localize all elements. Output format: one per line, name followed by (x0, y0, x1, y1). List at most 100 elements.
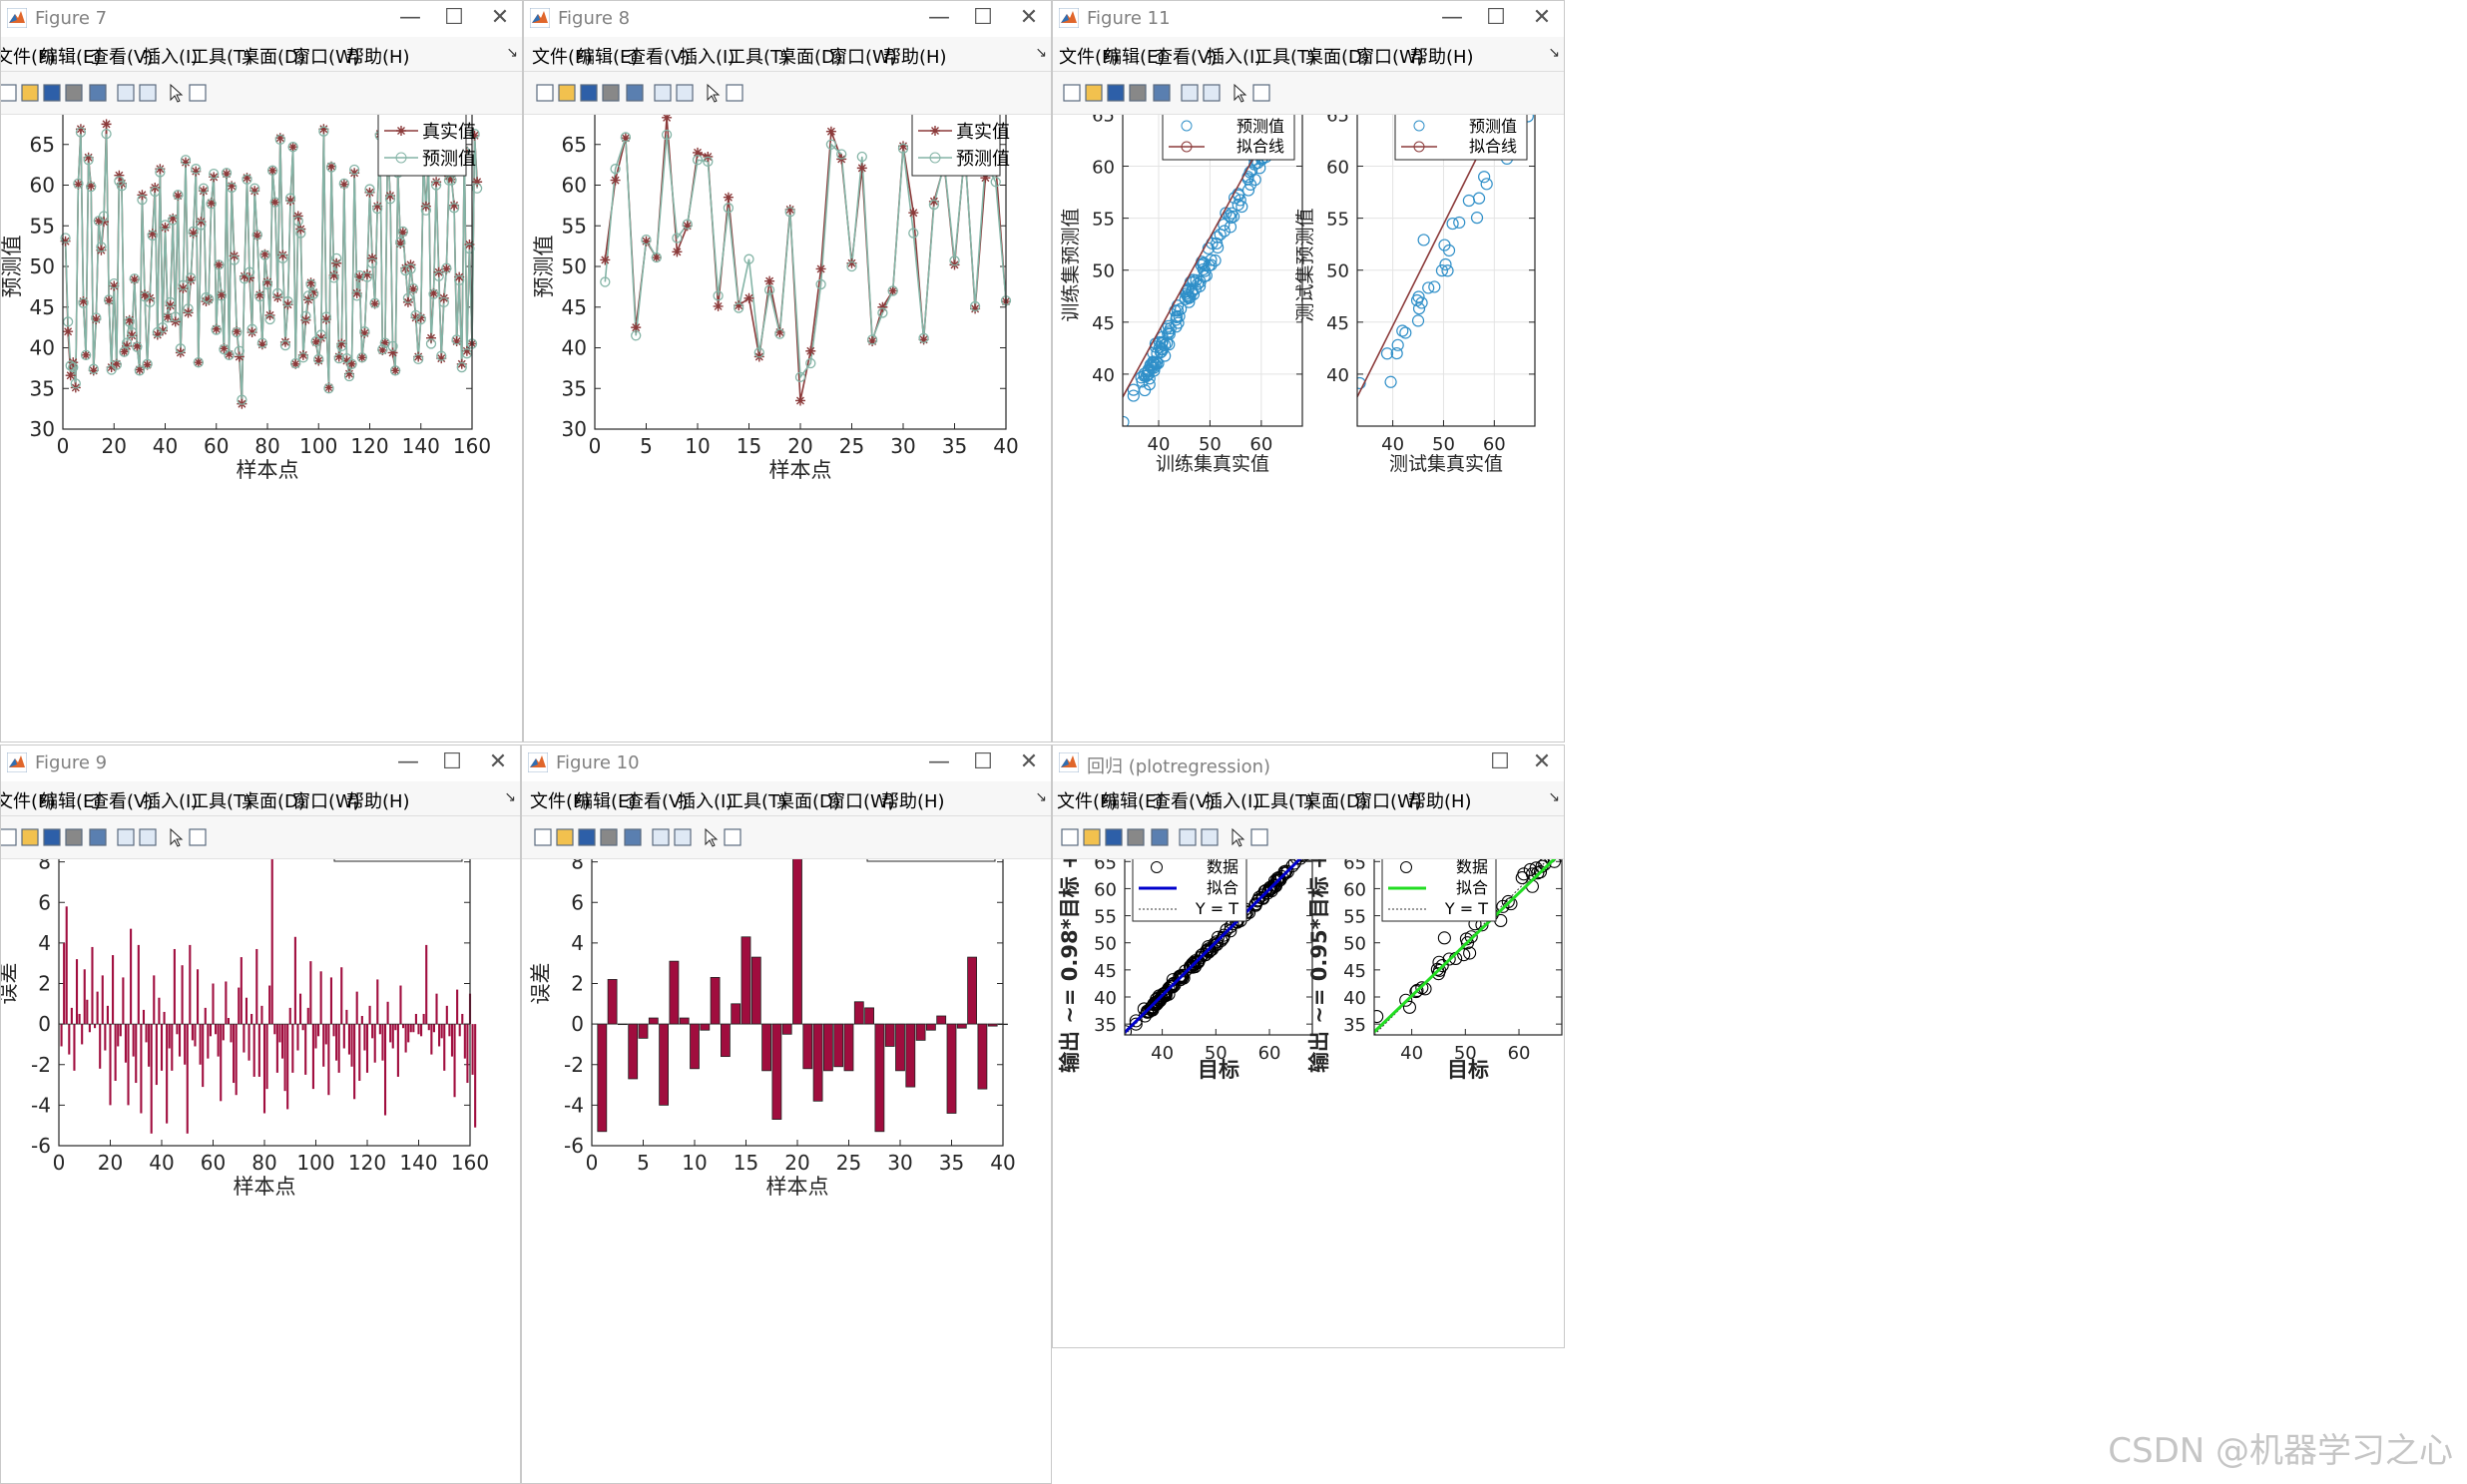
colorbar-icon[interactable] (652, 82, 674, 104)
error-bar (353, 1024, 356, 1100)
figure-window-10[interactable]: Figure 10 — ☐ ✕ 文件(F) 编辑(E) 查看(V) 插入(I) 工具(T) 桌面(… (521, 744, 1052, 1484)
open-folder-icon[interactable] (554, 826, 576, 848)
title-bar[interactable]: Figure 7 — ☐ ✕ (1, 1, 522, 35)
minimize-button[interactable]: — (390, 2, 430, 34)
figure-window-7[interactable]: Figure 7 — ☐ ✕ 文件(F) 编辑(E) 查看(V) 插入(I) 工具(T) 桌面(D… (0, 0, 523, 742)
menu-item[interactable]: 帮助(H) (1410, 43, 1474, 69)
open-folder-icon[interactable] (1083, 82, 1105, 104)
save-icon[interactable] (576, 826, 598, 848)
link-icon[interactable] (1149, 826, 1171, 848)
figure-window-8[interactable]: Figure 8 — ☐ ✕ 文件(F) 编辑(E) 查看(V) 插入(I) 工具(T) 桌面(D… (523, 0, 1052, 742)
menu-item[interactable]: 帮助(H) (883, 43, 947, 69)
error-bar (304, 1024, 307, 1075)
menu-item[interactable]: 帮助(H) (346, 43, 410, 69)
legend-icon[interactable] (1201, 82, 1223, 104)
maximize-button[interactable]: ☐ (1480, 746, 1520, 778)
print-icon[interactable] (1127, 82, 1149, 104)
legend-icon[interactable] (137, 826, 159, 848)
close-button[interactable]: ✕ (1009, 746, 1049, 778)
menu-overflow-icon[interactable]: ↘ (1035, 789, 1047, 805)
error-bar (70, 1007, 73, 1025)
minimize-button[interactable]: — (919, 746, 959, 778)
new-file-icon[interactable] (534, 82, 556, 104)
close-button[interactable]: ✕ (478, 746, 518, 778)
colorbar-icon[interactable] (650, 826, 672, 848)
save-icon[interactable] (578, 82, 600, 104)
property-editor-icon[interactable] (1250, 82, 1272, 104)
menu-overflow-icon[interactable]: ↘ (1548, 45, 1560, 61)
menu-item[interactable]: 帮助(H) (1408, 787, 1472, 813)
maximize-button[interactable]: ☐ (432, 746, 472, 778)
open-folder-icon[interactable] (556, 82, 578, 104)
menu-overflow-icon[interactable]: ↘ (506, 45, 518, 61)
pointer-icon[interactable] (165, 82, 187, 104)
title-bar[interactable]: Figure 8 — ☐ ✕ (524, 1, 1051, 35)
link-icon[interactable] (87, 82, 109, 104)
property-editor-icon[interactable] (187, 82, 209, 104)
error-bar (291, 1024, 294, 1073)
error-bar (130, 928, 133, 1025)
link-icon[interactable] (622, 826, 644, 848)
pointer-icon[interactable] (165, 826, 187, 848)
print-icon[interactable] (1125, 826, 1147, 848)
title-bar[interactable]: Figure 9 — ☐ ✕ (1, 745, 520, 779)
legend-icon[interactable] (1199, 826, 1221, 848)
link-icon[interactable] (624, 82, 646, 104)
save-icon[interactable] (1103, 826, 1125, 848)
pointer-icon[interactable] (702, 82, 724, 104)
maximize-button[interactable]: ☐ (434, 2, 474, 34)
figure-window-11[interactable]: Figure 11 — ☐ ✕ 文件(F) 编辑(E) 查看(V) 插入(I) 工具(T) 桌面(… (1052, 0, 1565, 742)
print-icon[interactable] (63, 826, 85, 848)
plotregression-window[interactable]: 回归 (plotregression) ☐ ✕ 文件(F) 编辑(E) 查看(V) 插入(I… (1052, 744, 1565, 1348)
print-icon[interactable] (600, 82, 622, 104)
property-editor-icon[interactable] (1248, 826, 1270, 848)
title-bar[interactable]: Figure 10 — ☐ ✕ (522, 745, 1051, 779)
minimize-button[interactable]: — (388, 746, 428, 778)
minimize-button[interactable]: — (919, 2, 959, 34)
menu-item[interactable]: 帮助(H) (346, 787, 410, 813)
property-editor-icon[interactable] (724, 82, 745, 104)
colorbar-icon[interactable] (115, 826, 137, 848)
new-file-icon[interactable] (0, 82, 19, 104)
print-icon[interactable] (598, 826, 620, 848)
colorbar-icon[interactable] (115, 82, 137, 104)
print-icon[interactable] (63, 82, 85, 104)
title-bar[interactable]: Figure 11 — ☐ ✕ (1053, 1, 1564, 35)
save-icon[interactable] (1105, 82, 1127, 104)
colorbar-icon[interactable] (1179, 82, 1201, 104)
maximize-button[interactable]: ☐ (963, 746, 1003, 778)
legend-icon[interactable] (674, 82, 696, 104)
pointer-icon[interactable] (700, 826, 722, 848)
open-folder-icon[interactable] (1081, 826, 1103, 848)
open-folder-icon[interactable] (19, 82, 41, 104)
menu-item[interactable]: 帮助(H) (881, 787, 945, 813)
close-button[interactable]: ✕ (1522, 2, 1562, 34)
link-icon[interactable] (1151, 82, 1173, 104)
close-button[interactable]: ✕ (1522, 746, 1562, 778)
menu-overflow-icon[interactable]: ↘ (1548, 789, 1560, 805)
legend-icon[interactable] (672, 826, 694, 848)
new-file-icon[interactable] (1059, 826, 1081, 848)
menu-overflow-icon[interactable]: ↘ (1035, 45, 1047, 61)
pointer-icon[interactable] (1229, 82, 1250, 104)
menu-overflow-icon[interactable]: ↘ (504, 789, 516, 805)
title-bar[interactable]: 回归 (plotregression) ☐ ✕ (1053, 745, 1564, 779)
save-icon[interactable] (41, 826, 63, 848)
close-button[interactable]: ✕ (1009, 2, 1049, 34)
new-file-icon[interactable] (1061, 82, 1083, 104)
figure-window-9[interactable]: Figure 9 — ☐ ✕ 文件(F) 编辑(E) 查看(V) 插入(I) 工具(T) 桌面(D… (0, 744, 521, 1484)
save-icon[interactable] (41, 82, 63, 104)
property-editor-icon[interactable] (187, 826, 209, 848)
close-button[interactable]: ✕ (480, 2, 520, 34)
maximize-button[interactable]: ☐ (1476, 2, 1516, 34)
minimize-button[interactable]: — (1432, 2, 1472, 34)
maximize-button[interactable]: ☐ (963, 2, 1003, 34)
new-file-icon[interactable] (0, 826, 19, 848)
pointer-icon[interactable] (1227, 826, 1248, 848)
open-folder-icon[interactable] (19, 826, 41, 848)
property-editor-icon[interactable] (722, 826, 743, 848)
new-file-icon[interactable] (532, 826, 554, 848)
legend-icon[interactable] (137, 82, 159, 104)
colorbar-icon[interactable] (1177, 826, 1199, 848)
link-icon[interactable] (87, 826, 109, 848)
